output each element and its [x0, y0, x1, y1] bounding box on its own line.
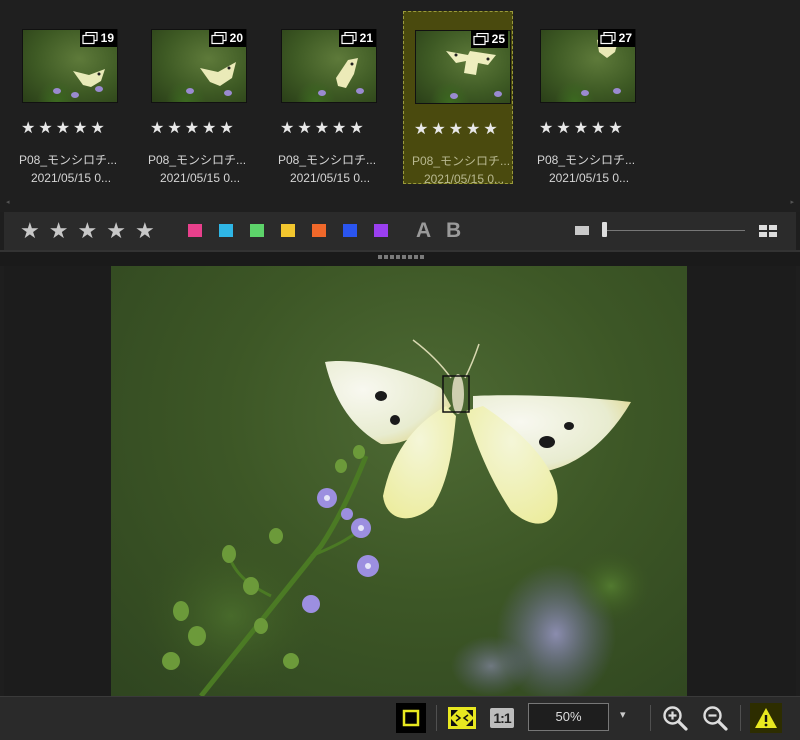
grid-view-icon[interactable]	[759, 225, 777, 237]
label-cyan[interactable]	[219, 224, 233, 237]
fit-screen-icon	[448, 707, 476, 729]
rating-star-5[interactable]: ★	[135, 220, 155, 242]
butterfly-photo[interactable]	[111, 266, 687, 696]
file-name: P08_モンシロチ...	[278, 153, 377, 167]
label-pink[interactable]	[188, 224, 202, 237]
actual-size-button[interactable]: 1:1	[486, 703, 518, 733]
focus-point-icon	[402, 709, 420, 727]
stack-badge: 20	[208, 29, 246, 47]
rating-star-1[interactable]: ★	[20, 220, 40, 242]
actual-size-label: 1:1	[490, 708, 514, 728]
stack-count: 25	[491, 32, 505, 46]
thumbnail-rating[interactable]: ★★★★★	[21, 121, 108, 137]
label-blue[interactable]	[343, 224, 357, 237]
stack-count: 27	[618, 31, 632, 45]
slider-handle[interactable]	[602, 222, 607, 237]
fit-to-screen-button[interactable]	[446, 703, 478, 733]
filmstrip[interactable]: 19 ★★★★★ P08_モンシロチ... 2021/05/15 0... 20…	[0, 0, 800, 212]
label-yellow[interactable]	[281, 224, 295, 237]
stack-badge: 25	[470, 30, 508, 48]
highlight-warning-button[interactable]	[750, 703, 782, 733]
stack-icon	[341, 31, 357, 44]
color-label-filter	[188, 224, 388, 237]
zoom-dropdown-arrow-icon[interactable]: ▾	[620, 708, 626, 721]
zoom-in-button[interactable]	[660, 703, 690, 733]
thumbnail-rating[interactable]: ★★★★★	[414, 122, 501, 138]
rating-stars[interactable]: ★★★★★	[539, 121, 626, 137]
rating-stars[interactable]: ★★★★★	[414, 122, 501, 138]
stack-count: 20	[229, 31, 243, 45]
stack-icon	[473, 32, 489, 45]
capture-date: 2021/05/15 0...	[289, 171, 371, 185]
zoom-in-icon	[663, 706, 688, 731]
scroll-left-arrow-icon[interactable]: ◂	[6, 198, 10, 206]
zoom-out-button[interactable]	[700, 703, 730, 733]
zoom-level-field[interactable]: 50%	[528, 703, 609, 731]
capture-date: 2021/05/15 0...	[30, 171, 112, 185]
thumbnail-rating[interactable]: ★★★★★	[539, 121, 626, 137]
stack-count: 19	[100, 31, 114, 45]
label-green[interactable]	[250, 224, 264, 237]
file-name: P08_モンシロチ...	[148, 153, 247, 167]
capture-date: 2021/05/15 0...	[423, 172, 505, 186]
label-orange[interactable]	[312, 224, 326, 237]
stack-badge: 19	[79, 29, 117, 47]
separator	[650, 705, 651, 731]
thumbnail-25-selected[interactable]: 25 ★★★★★ P08_モンシロチ... 2021/05/15 0...	[403, 11, 513, 186]
compare-b-button[interactable]: B	[446, 219, 461, 243]
separator	[740, 705, 741, 731]
rating-filter[interactable]: ★ ★ ★ ★ ★	[20, 220, 155, 242]
rating-star-2[interactable]: ★	[49, 220, 69, 242]
viewer-bottom-bar: 1:1 50% ▾	[0, 696, 800, 740]
capture-date: 2021/05/15 0...	[159, 171, 241, 185]
rating-star-3[interactable]: ★	[77, 220, 97, 242]
small-thumbnail-icon	[575, 226, 589, 235]
thumbnail-20[interactable]: 20 ★★★★★ P08_モンシロチ... 2021/05/15 0...	[140, 11, 250, 185]
image-viewer[interactable]	[4, 266, 796, 696]
zoom-out-icon	[703, 706, 728, 731]
stack-icon	[211, 31, 227, 44]
capture-date: 2021/05/15 0...	[548, 171, 630, 185]
file-name: P08_モンシロチ...	[19, 153, 118, 167]
resize-grip-icon[interactable]	[378, 255, 424, 259]
stack-count: 21	[359, 31, 373, 45]
filter-toolbar: ★ ★ ★ ★ ★ A B	[4, 212, 796, 250]
warning-icon	[755, 708, 777, 728]
stack-badge: 21	[338, 29, 376, 47]
rating-stars[interactable]: ★★★★★	[150, 121, 237, 137]
stack-badge: 27	[597, 29, 635, 47]
thumbnail-19[interactable]: 19 ★★★★★ P08_モンシロチ... 2021/05/15 0...	[11, 11, 121, 185]
thumbnail-rating[interactable]: ★★★★★	[150, 121, 237, 137]
thumbnail-rating[interactable]: ★★★★★	[280, 121, 367, 137]
focus-point-button[interactable]	[396, 703, 426, 733]
thumbnail-size-slider[interactable]	[605, 230, 745, 231]
thumbnail-27[interactable]: 27 ★★★★★ P08_モンシロチ... 2021/05/15 0...	[529, 11, 639, 185]
scroll-right-arrow-icon[interactable]: ▸	[790, 198, 794, 206]
stack-icon	[600, 31, 616, 44]
rating-star-4[interactable]: ★	[106, 220, 126, 242]
rating-stars[interactable]: ★★★★★	[280, 121, 367, 137]
stack-icon	[82, 31, 98, 44]
photo-viewer-app: 19 ★★★★★ P08_モンシロチ... 2021/05/15 0... 20…	[0, 0, 800, 740]
thumbnail-21[interactable]: 21 ★★★★★ P08_モンシロチ... 2021/05/15 0...	[270, 11, 380, 185]
file-name: P08_モンシロチ...	[537, 153, 636, 167]
compare-a-button[interactable]: A	[416, 219, 431, 243]
file-name: P08_モンシロチ...	[412, 154, 511, 168]
label-purple[interactable]	[374, 224, 388, 237]
separator	[436, 705, 437, 731]
rating-stars[interactable]: ★★★★★	[21, 121, 108, 137]
